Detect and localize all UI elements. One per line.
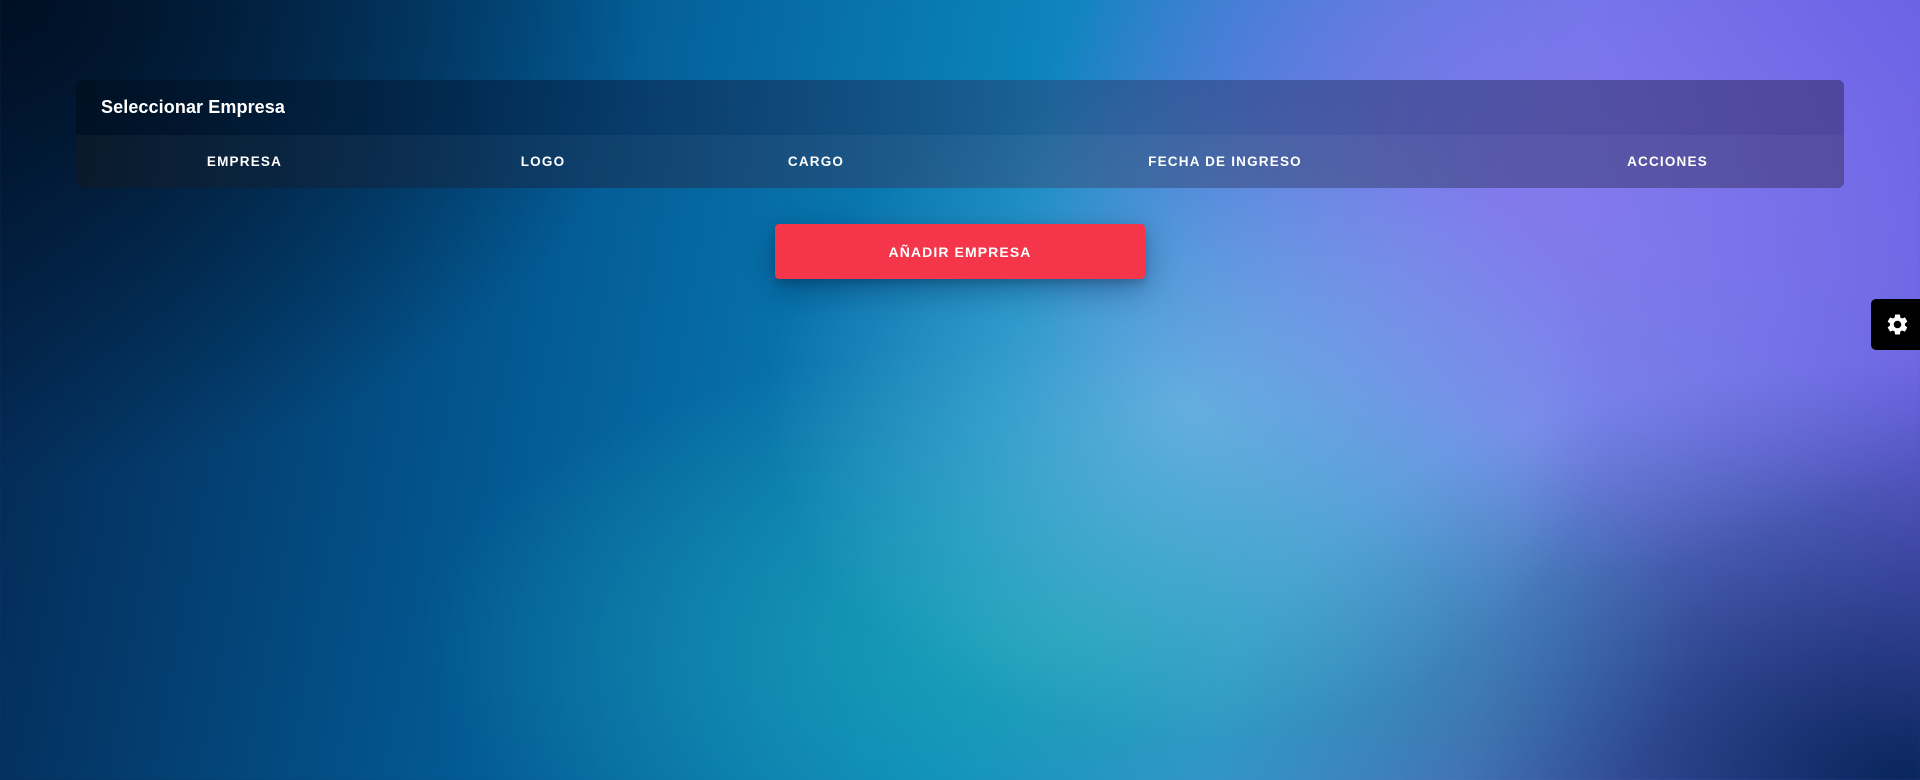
select-company-panel: Seleccionar Empresa EMPRESA LOGO CARGO F… [76, 80, 1844, 188]
column-header-fecha-de-ingreso: FECHA DE INGRESO [1148, 154, 1302, 169]
settings-button[interactable] [1871, 299, 1920, 350]
column-header-logo: LOGO [520, 154, 566, 169]
panel-title: Seleccionar Empresa [101, 97, 286, 117]
panel-header: Seleccionar Empresa [76, 80, 1844, 135]
column-header-empresa: EMPRESA [206, 154, 283, 169]
column-header-acciones: ACCIONES [1627, 154, 1708, 169]
table-header-row: EMPRESA LOGO CARGO FECHA DE INGRESO ACCI… [76, 135, 1844, 188]
column-header-cargo: CARGO [787, 154, 845, 169]
add-company-button[interactable]: AÑADIR EMPRESA [775, 224, 1145, 279]
gear-icon [1885, 312, 1910, 337]
